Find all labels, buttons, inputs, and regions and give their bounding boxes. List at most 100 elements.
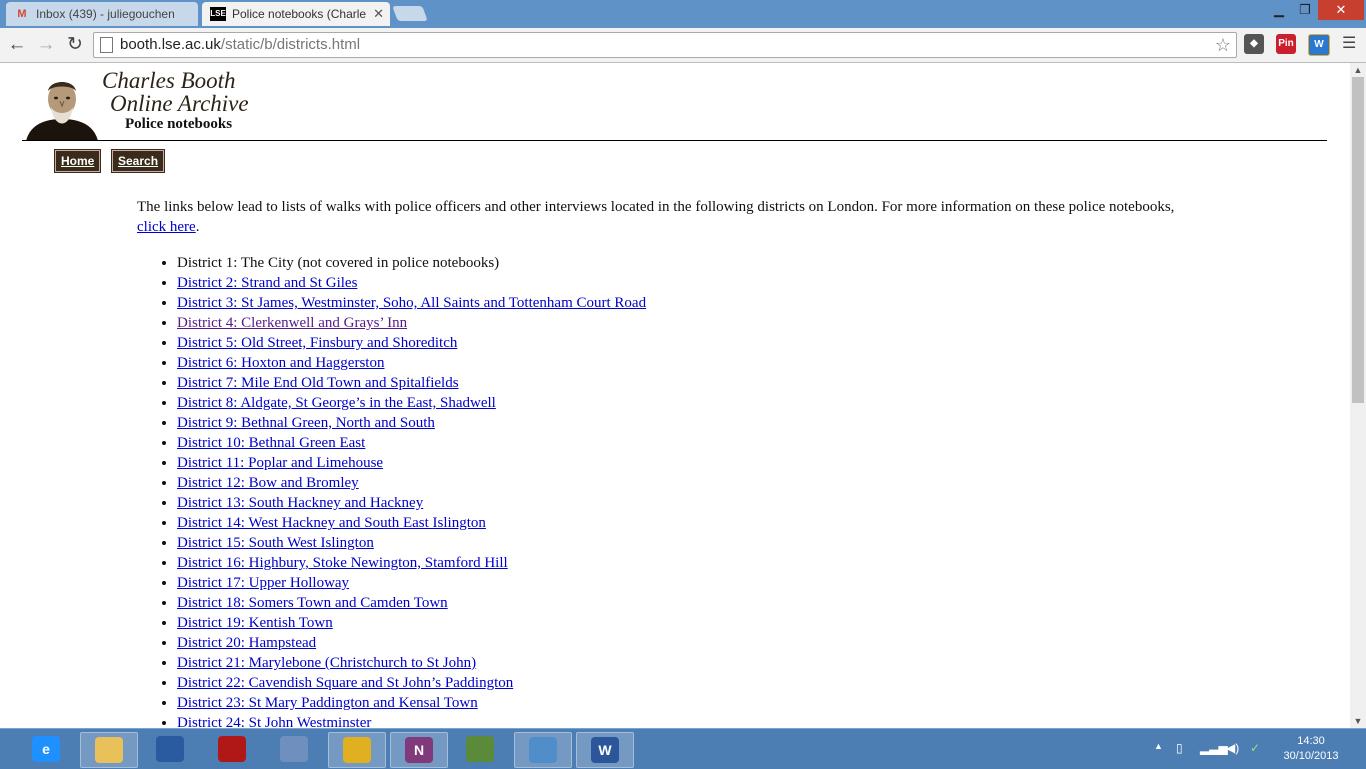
media-player-icon [218,736,246,762]
messenger-icon [280,736,308,762]
show-hidden-icons-icon[interactable]: ▲ [1154,741,1163,751]
district-list-item: District 8: Aldgate, St George’s in the … [177,393,1207,413]
reload-icon[interactable]: ↻ [63,33,87,57]
district-link[interactable]: District 18: Somers Town and Camden Town [177,595,448,611]
taskbar-button[interactable] [514,732,572,768]
district-list-item: District 15: South West Islington [177,533,1207,553]
onenote-icon: N [405,737,433,763]
taskbar-button[interactable]: e [18,732,74,766]
district-list-item: District 4: Clerkenwell and Grays’ Inn [177,313,1207,333]
district-link[interactable]: District 24: St John Westminster [177,715,371,728]
volume-icon[interactable]: ◀) [1226,741,1239,755]
district-link[interactable]: District 3: St James, Westminster, Soho,… [177,295,646,311]
tab-gmail[interactable]: M Inbox (439) - juliegouchen [6,2,198,26]
district-link[interactable]: District 11: Poplar and Limehouse [177,455,383,471]
district-link[interactable]: District 16: Highbury, Stoke Newington, … [177,555,508,571]
district-list-item: District 24: St John Westminster [177,713,1207,728]
system-clock[interactable]: 14:30 30/10/2013 [1280,734,1342,764]
taskbar-button[interactable] [452,732,508,766]
restore-icon[interactable]: ❐ [1292,0,1318,20]
search-link[interactable]: Search [112,150,165,172]
district-link[interactable]: District 22: Cavendish Square and St Joh… [177,675,513,691]
signal-icon[interactable]: ▂▃▅ [1200,741,1228,755]
intro-text: The links below lead to lists of walks w… [137,199,1175,215]
page-icon [100,37,113,53]
page-viewport: Charles Booth Online Archive Police note… [0,63,1350,728]
intro-end: . [195,219,200,235]
district-list-item: District 19: Kentish Town [177,613,1207,633]
close-window-icon[interactable]: ✕ [1318,0,1364,20]
minimize-icon[interactable]: ▁ [1266,0,1292,20]
close-tab-icon[interactable]: ✕ [373,2,384,26]
district-list-item: District 2: Strand and St Giles [177,273,1207,293]
taskbar-button[interactable] [80,732,138,768]
district-list-item: District 20: Hampstead [177,633,1207,653]
home-link[interactable]: Home [55,150,101,172]
url-text: booth.lse.ac.uk/static/b/districts.html [120,36,361,53]
district-link[interactable]: District 23: St Mary Paddington and Kens… [177,695,478,711]
lse-icon: LSE [210,7,226,21]
new-tab-button[interactable] [392,6,428,21]
district-list-item: District 13: South Hackney and Hackney [177,493,1207,513]
tab-police-notebooks[interactable]: LSE Police notebooks (Charles ✕ [202,2,390,26]
taskbar-button[interactable] [328,732,386,768]
district-list-item: District 9: Bethnal Green, North and Sou… [177,413,1207,433]
district-link[interactable]: District 5: Old Street, Finsbury and Sho… [177,335,457,351]
district-link[interactable]: District 12: Bow and Bromley [177,475,359,491]
district-list-item: District 10: Bethnal Green East [177,433,1207,453]
site-subtitle: Police notebooks [125,116,233,132]
sync-icon[interactable]: ✓ [1250,741,1260,755]
charles-booth-portrait [22,73,100,141]
district-link[interactable]: District 15: South West Islington [177,535,374,551]
taskbar-button[interactable]: N [390,732,448,768]
district-link[interactable]: District 19: Kentish Town [177,615,333,631]
district-link[interactable]: District 21: Marylebone (Christchurch to… [177,655,476,671]
district-link[interactable]: District 8: Aldgate, St George’s in the … [177,395,496,411]
browser-toolbar: ← → ↻ booth.lse.ac.uk/static/b/districts… [0,28,1366,63]
battery-icon[interactable]: ▯ [1176,741,1183,755]
scroll-up-icon[interactable]: ▲ [1350,63,1366,77]
forward-arrow-icon[interactable]: → [34,33,58,57]
back-arrow-icon[interactable]: ← [5,33,29,57]
taskbar-button[interactable] [266,732,322,766]
district-link[interactable]: District 13: South Hackney and Hackney [177,495,423,511]
district-list-item: District 5: Old Street, Finsbury and Sho… [177,333,1207,353]
district-link[interactable]: District 4: Clerkenwell and Grays’ Inn [177,315,407,331]
scrollbar-thumb[interactable] [1352,77,1364,403]
site-title-line2: Online Archive [110,91,249,116]
district-list-item: District 12: Bow and Bromley [177,473,1207,493]
click-here-link[interactable]: click here [137,219,196,235]
district-link[interactable]: District 2: Strand and St Giles [177,275,357,291]
district-list-item: District 21: Marylebone (Christchurch to… [177,653,1207,673]
evernote-icon [466,736,494,762]
file-explorer-icon [95,737,123,763]
tab-title: Police notebooks (Charles [232,7,366,21]
address-bar[interactable]: booth.lse.ac.uk/static/b/districts.html … [93,32,1237,58]
taskbar-button[interactable]: W [576,732,634,768]
menu-icon[interactable]: ☰ [1342,35,1360,53]
district-list-item: District 23: St Mary Paddington and Kens… [177,693,1207,713]
internet-explorer-icon: e [32,736,60,762]
taskbar-button[interactable] [204,732,260,766]
taskbar-button[interactable] [142,732,198,766]
district-link[interactable]: District 9: Bethnal Green, North and Sou… [177,415,435,431]
remote-desktop-icon [156,736,184,762]
district-list-item: District 16: Highbury, Stoke Newington, … [177,553,1207,573]
district-list-item: District 17: Upper Holloway [177,573,1207,593]
gmail-icon: M [17,8,27,20]
intro-paragraph: The links below lead to lists of walks w… [137,197,1207,237]
district-link[interactable]: District 6: Hoxton and Haggerston [177,355,384,371]
bookmark-star-icon[interactable]: ☆ [1215,33,1231,57]
vertical-scrollbar[interactable]: ▲ ▼ [1350,63,1366,728]
clock-date: 30/10/2013 [1283,750,1339,762]
scroll-down-icon[interactable]: ▼ [1350,714,1366,728]
district-link[interactable]: District 10: Bethnal Green East [177,435,365,451]
district-link[interactable]: District 7: Mile End Old Town and Spital… [177,375,459,391]
district-link[interactable]: District 14: West Hackney and South East… [177,515,486,531]
district-link[interactable]: District 20: Hampstead [177,635,316,651]
evernote-extension-icon[interactable]: ◆ [1244,34,1264,54]
wikiwand-extension-icon[interactable]: W [1308,34,1330,56]
district-link[interactable]: District 17: Upper Holloway [177,575,349,591]
district-list-item: District 18: Somers Town and Camden Town [177,593,1207,613]
pinterest-extension-icon[interactable]: Pin [1276,34,1296,54]
